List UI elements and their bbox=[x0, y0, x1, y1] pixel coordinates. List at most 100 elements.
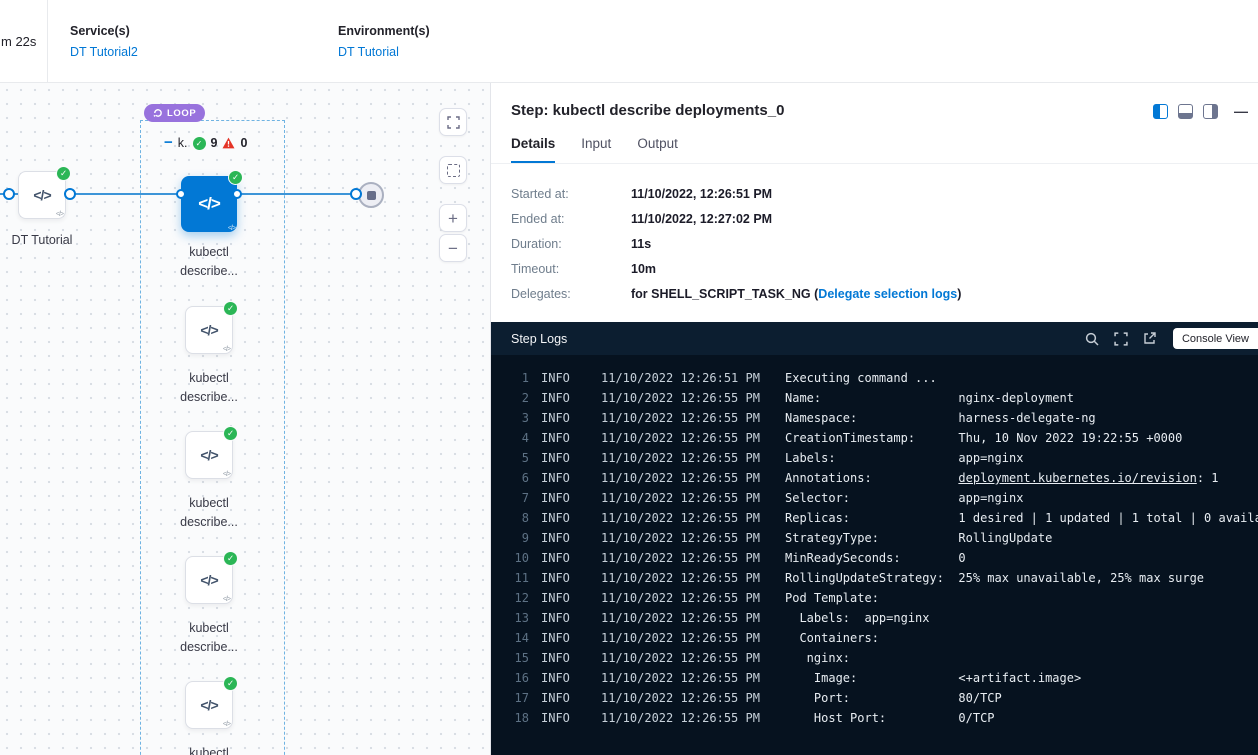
failure-warning-icon bbox=[222, 137, 235, 149]
canvas-select-button[interactable] bbox=[439, 156, 467, 184]
right-pane-view-icon[interactable] bbox=[1203, 104, 1218, 119]
log-level: INFO bbox=[541, 648, 581, 668]
node-port bbox=[232, 189, 242, 199]
log-timestamp: 11/10/2022 12:26:55 PM bbox=[601, 588, 767, 608]
node-label: DT Tutorial bbox=[0, 231, 102, 250]
app-root: m 22s Service(s) DT Tutorial2 Environmen… bbox=[0, 0, 1258, 755]
environments-value-link[interactable]: DT Tutorial bbox=[338, 45, 430, 59]
log-line: 11INFO11/10/2022 12:26:55 PMRollingUpdat… bbox=[503, 568, 1258, 588]
log-message-text: Replicas: 1 desired | 1 updated | 1 tota… bbox=[785, 511, 1258, 525]
tab-input[interactable]: Input bbox=[581, 136, 611, 163]
log-line: 12INFO11/10/2022 12:26:55 PMPod Template… bbox=[503, 588, 1258, 608]
node-label-line: kubectl bbox=[149, 369, 269, 388]
log-message-text: Labels: app=nginx bbox=[785, 611, 930, 625]
node-label: kubectldescribe... bbox=[149, 744, 269, 755]
log-line: 13INFO11/10/2022 12:26:55 PM Labels: app… bbox=[503, 608, 1258, 628]
log-level: INFO bbox=[541, 668, 581, 688]
step-logs-header: Step Logs Console View bbox=[491, 322, 1258, 355]
log-line: 17INFO11/10/2022 12:26:55 PM Port: 80/TC… bbox=[503, 688, 1258, 708]
timeout-value: 10m bbox=[631, 262, 1238, 276]
log-message: StrategyType: RollingUpdate bbox=[785, 528, 1258, 548]
console-view-button[interactable]: Console View bbox=[1173, 328, 1258, 349]
step-details-grid: Started at: 11/10/2022, 12:26:51 PM Ende… bbox=[491, 164, 1258, 301]
step-logs-section: Step Logs Console View 1INFO11/10/2022 1… bbox=[491, 322, 1258, 755]
tab-output[interactable]: Output bbox=[637, 136, 678, 163]
log-line-number: 13 bbox=[503, 608, 529, 628]
services-value-link[interactable]: DT Tutorial2 bbox=[70, 45, 138, 59]
log-line: 10INFO11/10/2022 12:26:55 PMMinReadySeco… bbox=[503, 548, 1258, 568]
delegate-selection-logs-link[interactable]: Delegate selection logs bbox=[818, 287, 957, 301]
delegates-text: for SHELL_SCRIPT_TASK_NG ( bbox=[631, 287, 818, 301]
started-at-value: 11/10/2022, 12:26:51 PM bbox=[631, 187, 1238, 201]
tab-details[interactable]: Details bbox=[511, 136, 555, 163]
success-check-icon: ✓ bbox=[223, 301, 238, 316]
log-level: INFO bbox=[541, 688, 581, 708]
shell-script-icon: </> bbox=[33, 187, 50, 203]
node-label-line: describe... bbox=[149, 513, 269, 532]
log-line-number: 5 bbox=[503, 448, 529, 468]
log-timestamp: 11/10/2022 12:26:55 PM bbox=[601, 548, 767, 568]
log-line: 3INFO11/10/2022 12:26:55 PMNamespace: ha… bbox=[503, 408, 1258, 428]
log-line: 9INFO11/10/2022 12:26:55 PMStrategyType:… bbox=[503, 528, 1258, 548]
matrix-summary: − k. ✓ 9 0 bbox=[164, 136, 247, 150]
step-logs-title: Step Logs bbox=[511, 332, 567, 346]
pipeline-canvas[interactable]: LOOP − k. ✓ 9 0 </> </> ✓ DT Tutorial </… bbox=[0, 83, 490, 755]
log-timestamp: 11/10/2022 12:26:55 PM bbox=[601, 408, 767, 428]
step-type-icon: </> bbox=[223, 346, 230, 353]
split-view-icon[interactable] bbox=[1153, 104, 1168, 119]
pipeline-node-kubectl[interactable]: </></>✓ bbox=[185, 431, 233, 479]
log-timestamp: 11/10/2022 12:26:55 PM bbox=[601, 508, 767, 528]
canvas-fullscreen-button[interactable] bbox=[439, 108, 467, 136]
log-line: 6INFO11/10/2022 12:26:55 PMAnnotations: … bbox=[503, 468, 1258, 488]
log-line-number: 2 bbox=[503, 388, 529, 408]
zoom-out-button[interactable]: − bbox=[439, 234, 467, 262]
step-title: Step: kubectl describe deployments_0 bbox=[511, 102, 1238, 119]
step-type-icon: </> bbox=[223, 721, 230, 728]
shell-script-icon: </> bbox=[200, 447, 217, 463]
log-line-number: 14 bbox=[503, 628, 529, 648]
open-in-new-icon[interactable] bbox=[1143, 332, 1156, 345]
started-at-label: Started at: bbox=[511, 187, 631, 201]
edge-port bbox=[350, 188, 362, 200]
duration-label: Duration: bbox=[511, 237, 631, 251]
logs-fullscreen-icon[interactable] bbox=[1114, 332, 1128, 346]
log-timestamp: 11/10/2022 12:26:55 PM bbox=[601, 608, 767, 628]
pipeline-node-dt-tutorial[interactable]: </> </> ✓ bbox=[18, 171, 66, 219]
bottom-pane-view-icon[interactable] bbox=[1178, 104, 1193, 119]
log-line-number: 3 bbox=[503, 408, 529, 428]
log-level: INFO bbox=[541, 548, 581, 568]
collapse-matrix-button[interactable]: − bbox=[164, 137, 173, 149]
services-block: Service(s) DT Tutorial2 bbox=[70, 24, 138, 59]
environments-label: Environment(s) bbox=[338, 24, 430, 38]
log-line: 1INFO11/10/2022 12:26:51 PMExecuting com… bbox=[503, 368, 1258, 388]
delegates-label: Delegates: bbox=[511, 287, 631, 301]
pipeline-node-kubectl[interactable]: </></>✓ bbox=[185, 681, 233, 729]
log-level: INFO bbox=[541, 368, 581, 388]
log-message-text: Port: 80/TCP bbox=[785, 691, 1002, 705]
success-check-icon: ✓ bbox=[223, 426, 238, 441]
success-check-icon: ✓ bbox=[223, 551, 238, 566]
zoom-in-button[interactable]: + bbox=[439, 204, 467, 232]
duration-value: 11s bbox=[631, 237, 1238, 251]
loop-badge-label: LOOP bbox=[167, 108, 196, 119]
log-message: MinReadySeconds: 0 bbox=[785, 548, 1258, 568]
success-check-icon: ✓ bbox=[223, 676, 238, 691]
log-message-text: nginx: bbox=[785, 651, 850, 665]
log-annotation-link[interactable]: deployment.kubernetes.io/revision bbox=[958, 471, 1196, 485]
log-level: INFO bbox=[541, 428, 581, 448]
panel-tabs: Details Input Output bbox=[491, 136, 1258, 164]
delegates-value: for SHELL_SCRIPT_TASK_NG (Delegate selec… bbox=[631, 287, 1238, 301]
node-label: kubectldescribe... bbox=[149, 369, 269, 407]
log-lines[interactable]: 1INFO11/10/2022 12:26:51 PMExecuting com… bbox=[491, 355, 1258, 755]
execution-header: m 22s Service(s) DT Tutorial2 Environmen… bbox=[0, 0, 1258, 83]
pipeline-node-kubectl[interactable]: </></>✓ bbox=[185, 306, 233, 354]
log-timestamp: 11/10/2022 12:26:55 PM bbox=[601, 528, 767, 548]
pipeline-node-kubectl-selected[interactable]: </> </> ✓ bbox=[181, 176, 237, 232]
log-line-number: 15 bbox=[503, 648, 529, 668]
pipeline-node-kubectl[interactable]: </></>✓ bbox=[185, 556, 233, 604]
collapse-panel-button[interactable]: — bbox=[1234, 103, 1248, 119]
log-message: Labels: app=nginx bbox=[785, 608, 1258, 628]
log-message-text: : 1 bbox=[1197, 471, 1219, 485]
search-icon[interactable] bbox=[1085, 332, 1099, 346]
log-level: INFO bbox=[541, 568, 581, 588]
